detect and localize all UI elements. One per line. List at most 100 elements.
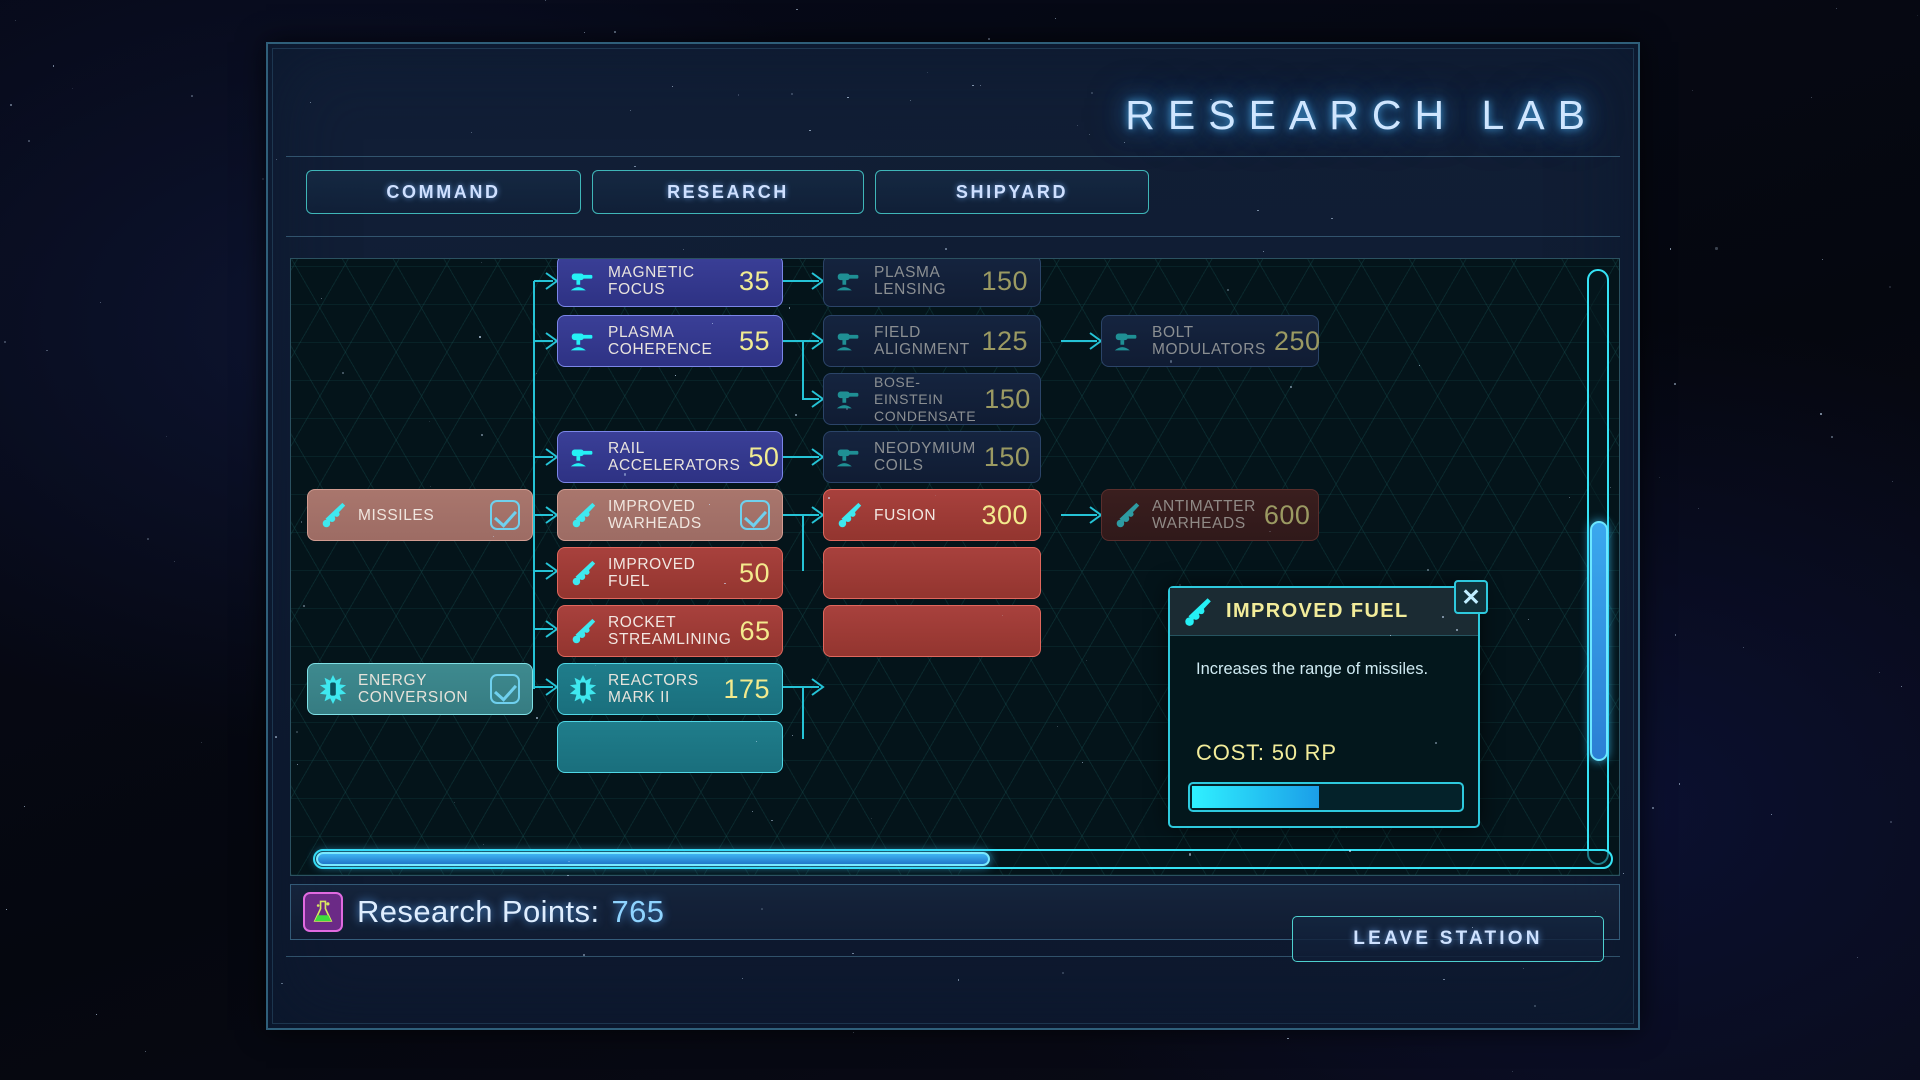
star <box>594 664 596 666</box>
tech-node-rocket-streamlining[interactable]: ROCKET STREAMLINING 65 <box>557 605 783 657</box>
star <box>870 817 872 819</box>
tech-node-fusion[interactable]: FUSION 300 <box>823 489 1041 541</box>
tooltip-title: IMPROVED FUEL <box>1226 600 1409 622</box>
research-points-value: 765 <box>611 894 665 929</box>
star <box>661 267 664 270</box>
tech-node-cost: 175 <box>723 673 770 704</box>
star <box>987 37 990 41</box>
tech-node-label: FUSION <box>874 506 937 524</box>
star <box>1890 821 1893 824</box>
tech-node-cost: 50 <box>738 557 770 588</box>
star <box>761 908 763 910</box>
research-progress-fill <box>1192 786 1319 808</box>
star <box>1821 259 1823 261</box>
star <box>953 452 954 454</box>
tech-node-cost: 150 <box>983 441 1031 472</box>
tooltip-cost: COST: 50 RP <box>1196 740 1337 765</box>
tech-node-energy-hidden-1[interactable] <box>557 721 783 773</box>
horizontal-scrollbar[interactable] <box>313 849 1613 869</box>
star <box>1434 741 1437 744</box>
star <box>296 763 298 765</box>
turret-icon <box>568 442 598 472</box>
turret-icon <box>834 384 864 414</box>
star <box>52 65 54 67</box>
researched-checkbox <box>490 500 520 530</box>
star <box>173 561 175 563</box>
tabs-divider <box>286 236 1620 237</box>
star <box>99 301 102 304</box>
page-title: RESEARCH LAB <box>1125 92 1598 138</box>
star <box>1900 685 1903 688</box>
tab-command[interactable]: COMMAND <box>306 170 581 214</box>
star <box>1210 98 1212 100</box>
star <box>1691 89 1693 91</box>
screen: RESEARCH LAB COMMAND RESEARCH SHIPYARD M… <box>0 0 1920 1080</box>
star <box>1658 476 1660 478</box>
star <box>623 473 627 476</box>
tech-node-missiles[interactable]: MISSILES <box>307 489 533 541</box>
star <box>755 740 757 742</box>
tech-node-bose-einstein-condensate[interactable]: BOSE-EINSTEIN CONDENSATE 150 <box>823 373 1041 425</box>
star <box>3 341 6 344</box>
reactor-icon <box>318 674 348 704</box>
tech-node-missile-hidden-1[interactable] <box>823 547 1041 599</box>
star <box>1888 285 1891 289</box>
tech-node-antimatter-warheads[interactable]: ANTIMATTER WARHEADS 600 <box>1101 489 1319 541</box>
tab-research[interactable]: RESEARCH <box>592 170 864 214</box>
tech-node-field-alignment[interactable]: FIELD ALIGNMENT 125 <box>823 315 1041 367</box>
tech-node-energy-conversion[interactable]: ENERGY CONVERSION <box>307 663 533 715</box>
missile-icon <box>568 616 598 646</box>
tooltip-header: IMPROVED FUEL <box>1170 588 1478 636</box>
researched-checkbox <box>740 500 770 530</box>
tech-node-missile-hidden-2[interactable] <box>823 605 1041 657</box>
star <box>1349 850 1351 852</box>
tech-node-magnetic-focus[interactable]: MAGNETIC FOCUS 35 <box>557 259 783 307</box>
tech-node-plasma-lensing[interactable]: PLASMA LENSING 150 <box>823 259 1041 307</box>
tech-node-label: MAGNETIC FOCUS <box>608 264 695 298</box>
star <box>479 336 481 338</box>
tech-node-label: ENERGY CONVERSION <box>358 672 469 706</box>
star <box>1917 15 1919 17</box>
star <box>190 95 193 97</box>
tech-node-reactors-mark-ii[interactable]: REACTORS MARK II 175 <box>557 663 783 715</box>
star <box>1820 412 1823 415</box>
star <box>1678 783 1680 785</box>
vertical-scrollbar-thumb[interactable] <box>1590 521 1608 761</box>
tech-node-cost: 35 <box>738 265 770 296</box>
turret-icon <box>568 326 598 356</box>
research-progress-bar[interactable] <box>1188 782 1464 812</box>
leave-station-button[interactable]: LEAVE STATION <box>1292 916 1604 962</box>
missile-icon <box>1180 595 1214 629</box>
tech-node-label: PLASMA LENSING <box>874 264 947 298</box>
star <box>582 953 586 956</box>
star <box>276 158 277 160</box>
tech-node-neodymium-coils[interactable]: NEODYMIUM COILS 150 <box>823 431 1041 483</box>
horizontal-scrollbar-thumb[interactable] <box>316 852 990 866</box>
tech-node-cost: 300 <box>981 499 1028 530</box>
tech-node-improved-warheads[interactable]: IMPROVED WARHEADS <box>557 489 783 541</box>
star <box>1441 615 1444 618</box>
tech-node-label: BOLT MODULATORS <box>1152 324 1266 358</box>
tech-node-cost: 150 <box>984 383 1031 414</box>
star <box>1674 383 1677 385</box>
star <box>708 504 710 505</box>
close-icon[interactable]: ✕ <box>1454 580 1488 614</box>
vertical-scrollbar[interactable] <box>1587 269 1609 865</box>
tech-node-plasma-coherence[interactable]: PLASMA COHERENCE 55 <box>557 315 783 367</box>
star <box>471 131 472 133</box>
flask-icon <box>303 892 343 932</box>
star <box>796 9 798 11</box>
tech-node-cost: 65 <box>739 615 771 646</box>
star <box>1013 340 1015 341</box>
star <box>1456 629 1458 631</box>
star <box>46 349 48 351</box>
star <box>300 521 302 523</box>
tech-node-improved-fuel[interactable]: IMPROVED FUEL 50 <box>557 547 783 599</box>
star <box>1697 508 1699 510</box>
tech-node-rail-accelerators[interactable]: RAIL ACCELERATORS 50 <box>557 431 783 483</box>
star <box>828 497 831 499</box>
tech-node-label: NEODYMIUM COILS <box>874 440 976 474</box>
tab-shipyard[interactable]: SHIPYARD <box>875 170 1149 214</box>
star <box>482 843 484 846</box>
tech-node-bolt-modulators[interactable]: BOLT MODULATORS 250 <box>1101 315 1320 367</box>
